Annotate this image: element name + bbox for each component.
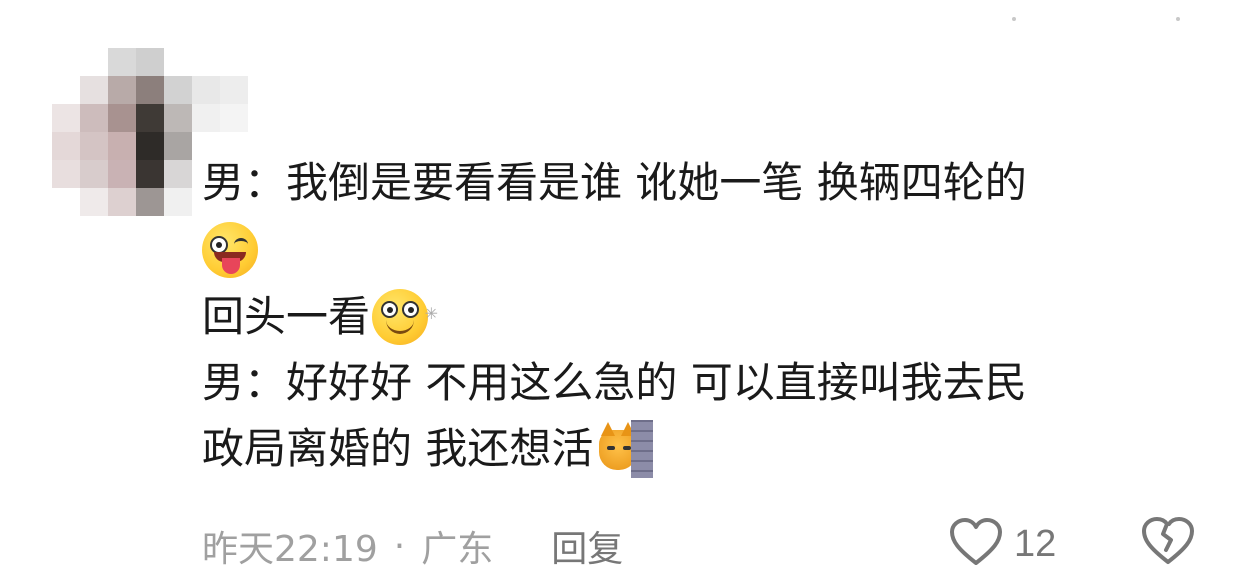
avatar-pixel (164, 76, 192, 104)
avatar-pixel (80, 132, 108, 160)
comment-text: 政局离婚的 我还想活 (202, 424, 594, 473)
dislike-button[interactable] (1140, 516, 1196, 570)
avatar-pixel (108, 104, 136, 132)
avatar-pixel (136, 188, 164, 216)
avatar-pixel (52, 160, 80, 188)
avatar-pixel (136, 104, 164, 132)
avatar-pixel (164, 132, 192, 160)
comment-location: 广东 (421, 529, 494, 570)
broken-heart-icon (1140, 517, 1196, 570)
heart-outline-icon (948, 517, 1004, 571)
avatar-pixel (108, 132, 136, 160)
comment-text: 男：我倒是要看看是谁 讹她一笔 换辆四轮的 (202, 158, 1027, 207)
avatar-pixel (80, 76, 108, 104)
avatar-pixel (52, 104, 80, 132)
dizzy-eyes-emoji-icon: ✳ (372, 289, 438, 345)
avatar-pixel (80, 104, 108, 132)
comment-text: 回头一看 (202, 292, 371, 341)
comment-line: 男：我倒是要看看是谁 讹她一笔 换辆四轮的 (202, 150, 1202, 216)
like-button[interactable]: 12 (948, 514, 1056, 574)
avatar-pixel (108, 188, 136, 216)
avatar-pixel (220, 76, 248, 104)
comment-text: 男：好好好 不用这么急的 可以直接叫我去民 (202, 358, 1027, 407)
avatar-pixel (220, 104, 248, 132)
top-indicator-dots (852, 6, 1180, 25)
comment-line: 男：好好好 不用这么急的 可以直接叫我去民 (202, 350, 1202, 416)
avatar-pixel (80, 188, 108, 216)
avatar-pixel (136, 76, 164, 104)
comment-body: 男：我倒是要看看是谁 讹她一笔 换辆四轮的 回头一看 ✳ 男：好好好 不用这么急… (202, 150, 1202, 482)
comment-line: 回头一看 ✳ (202, 284, 1202, 350)
avatar-pixel (192, 76, 220, 104)
avatar-pixel (136, 132, 164, 160)
meta-separator: · (393, 525, 406, 567)
avatar-pixel (80, 160, 108, 188)
reply-button[interactable]: 回复 (551, 520, 623, 572)
avatar-pixel (164, 188, 192, 216)
comment-line (202, 216, 1202, 284)
avatar-pixel (136, 160, 164, 188)
avatar-pixel (164, 104, 192, 132)
avatar-pixel (108, 76, 136, 104)
avatar-pixel (108, 48, 136, 76)
tongue-wink-emoji-icon (202, 222, 258, 278)
cat-peeking-wall-emoji-icon (597, 420, 654, 478)
avatar-pixel (108, 160, 136, 188)
comment-meta: 昨天22:19 · 广东 回复 (202, 518, 623, 574)
avatar-pixel (136, 48, 164, 76)
comment-timestamp: 昨天22:19 (202, 529, 378, 570)
comment-line: 政局离婚的 我还想活 (202, 416, 1202, 482)
avatar-pixel (164, 160, 192, 188)
avatar-pixel (52, 132, 80, 160)
avatar-pixel (192, 104, 220, 132)
like-count: 12 (1014, 522, 1057, 565)
